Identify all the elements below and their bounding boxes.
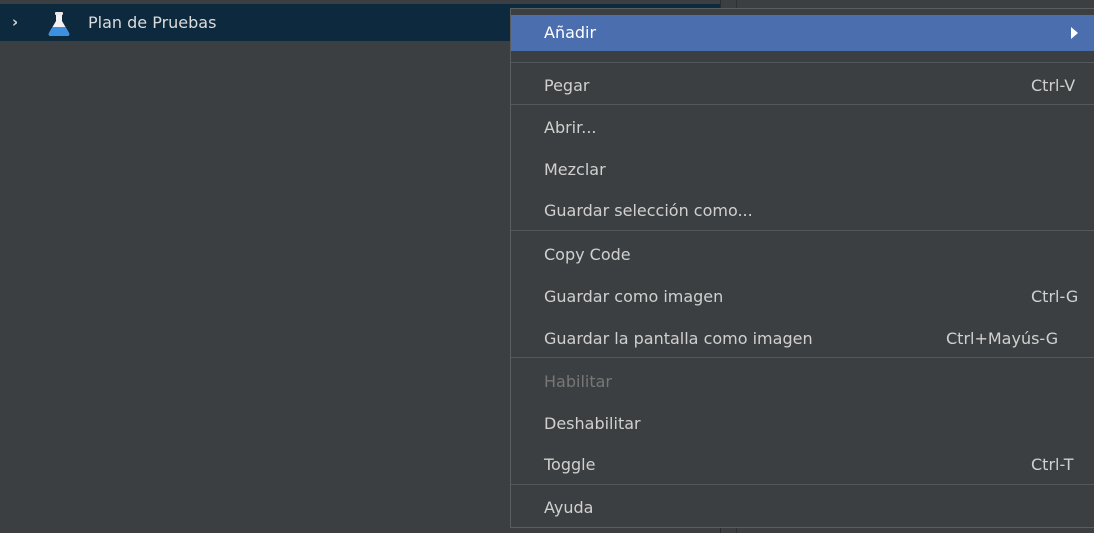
menu-item-label: Copy Code bbox=[544, 245, 631, 264]
menu-item-shortcut: Ctrl-V bbox=[1031, 76, 1076, 95]
menu-item-shortcut: Ctrl+Mayús-G bbox=[946, 329, 1059, 348]
menu-item-guardar-como-imagen[interactable]: Guardar como imagen Ctrl-G bbox=[511, 279, 1094, 315]
menu-item-anadir[interactable]: Añadir bbox=[511, 15, 1094, 51]
menu-item-abrir[interactable]: Abrir... bbox=[511, 110, 1094, 146]
menu-separator bbox=[511, 357, 1094, 358]
menu-item-ayuda[interactable]: Ayuda bbox=[511, 490, 1094, 526]
menu-separator bbox=[511, 62, 1094, 63]
menu-item-label: Añadir bbox=[544, 23, 597, 42]
menu-separator bbox=[511, 104, 1094, 105]
menu-item-label: Ayuda bbox=[544, 498, 594, 517]
menu-item-deshabilitar[interactable]: Deshabilitar bbox=[511, 406, 1094, 442]
menu-item-mezclar[interactable]: Mezclar bbox=[511, 152, 1094, 188]
menu-item-habilitar: Habilitar bbox=[511, 364, 1094, 400]
menu-item-label: Toggle bbox=[544, 455, 596, 474]
menu-item-guardar-seleccion[interactable]: Guardar selección como... bbox=[511, 193, 1094, 229]
flask-icon bbox=[48, 12, 70, 36]
menu-item-guardar-pantalla-como-imagen[interactable]: Guardar la pantalla como imagen Ctrl+May… bbox=[511, 321, 1094, 357]
menu-item-pegar[interactable]: Pegar Ctrl-V bbox=[511, 68, 1094, 104]
menu-item-shortcut: Ctrl-T bbox=[1031, 455, 1074, 474]
menu-item-label: Abrir... bbox=[544, 118, 597, 137]
menu-item-copy-code[interactable]: Copy Code bbox=[511, 237, 1094, 273]
menu-item-label: Habilitar bbox=[544, 372, 612, 391]
menu-item-label: Mezclar bbox=[544, 160, 606, 179]
context-menu: Añadir Pegar Ctrl-V Abrir... Mezclar Gua… bbox=[510, 8, 1094, 528]
menu-item-label: Pegar bbox=[544, 76, 590, 95]
submenu-arrow-icon bbox=[1071, 27, 1078, 39]
menu-separator bbox=[511, 484, 1094, 485]
jmeter-window: › Plan de Pruebas Añadir Pegar Ctrl-V Ab… bbox=[0, 0, 1094, 533]
tree-item-label: Plan de Pruebas bbox=[88, 13, 217, 32]
menu-item-shortcut: Ctrl-G bbox=[1031, 287, 1079, 306]
menu-item-label: Guardar como imagen bbox=[544, 287, 724, 306]
menu-separator bbox=[511, 230, 1094, 231]
menu-item-label: Guardar la pantalla como imagen bbox=[544, 329, 813, 348]
menu-item-label: Guardar selección como... bbox=[544, 201, 753, 220]
menu-item-label: Deshabilitar bbox=[544, 414, 641, 433]
menu-item-toggle[interactable]: Toggle Ctrl-T bbox=[511, 447, 1094, 483]
chevron-right-icon[interactable]: › bbox=[12, 13, 18, 31]
